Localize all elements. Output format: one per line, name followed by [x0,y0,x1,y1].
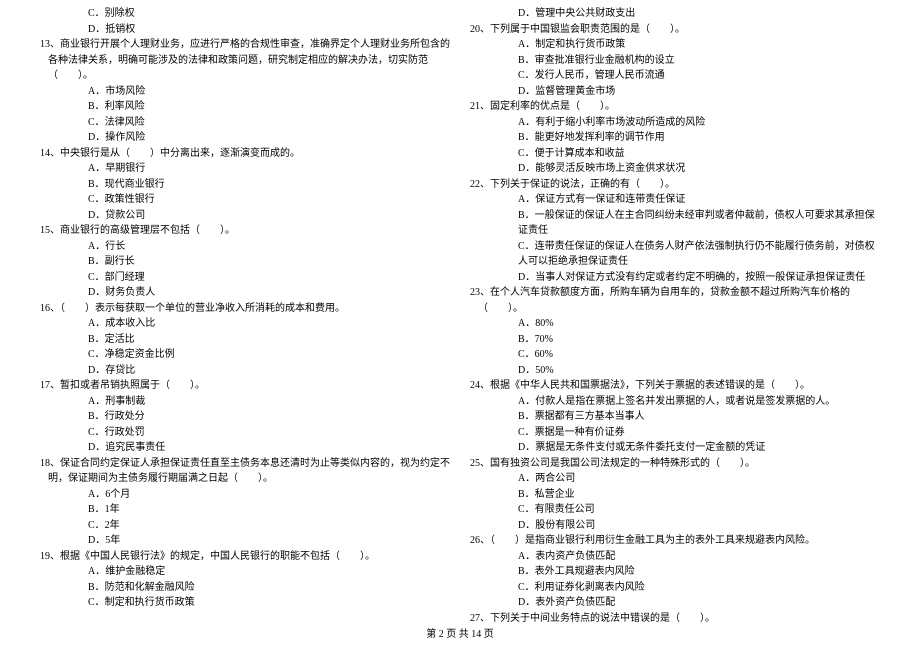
q25-opt-b: B．私营企业 [470,487,880,503]
question-15: 15、商业银行的高级管理层不包括（ ）。 [40,223,450,239]
question-17: 17、暂扣或者吊销执照属于（ ）。 [40,378,450,394]
q22-opt-d: D．当事人对保证方式没有约定或者约定不明确的，按照一般保证承担保证责任 [470,270,880,286]
q26-opt-a: A．表内资产负债匹配 [470,549,880,565]
q16-opt-d: D．存贷比 [40,363,450,379]
q22-opt-a: A．保证方式有一保证和连带责任保证 [470,192,880,208]
q26-opt-d: D．表外资产负债匹配 [470,595,880,611]
q16-opt-b: B．定活比 [40,332,450,348]
question-19: 19、根据《中国人民银行法》的规定，中国人民银行的职能不包括（ ）。 [40,549,450,565]
question-13: 13、商业银行开展个人理财业务，应进行严格的合规性审查，准确界定个人理财业务所包… [40,37,450,84]
option-c: C．别除权 [40,6,450,22]
q23-opt-d: D．50% [470,363,880,379]
q14-opt-a: A．早期银行 [40,161,450,177]
q16-opt-a: A．成本收入比 [40,316,450,332]
q14-opt-d: D．贷款公司 [40,208,450,224]
question-25: 25、国有独资公司是我国公司法规定的一种特殊形式的（ ）。 [470,456,880,472]
question-14: 14、中央银行是从（ ）中分离出来，逐渐演变而成的。 [40,146,450,162]
q19-opt-b: B．防范和化解金融风险 [40,580,450,596]
q13-opt-c: C．法律风险 [40,115,450,131]
q22-opt-c: C．连带责任保证的保证人在债务人财产依法强制执行仍不能履行债务前，对债权人可以拒… [470,239,880,270]
q18-opt-c: C．2年 [40,518,450,534]
q23-opt-a: A．80% [470,316,880,332]
q17-opt-a: A．刑事制裁 [40,394,450,410]
q20-opt-c: C．发行人民币，管理人民币流通 [470,68,880,84]
q17-opt-d: D．追究民事责任 [40,440,450,456]
q21-opt-b: B．能更好地发挥利率的调节作用 [470,130,880,146]
q18-opt-b: B．1年 [40,502,450,518]
q14-opt-c: C．政策性银行 [40,192,450,208]
question-22: 22、下列关于保证的说法，正确的有（ ）。 [470,177,880,193]
q19-opt-d: D．管理中央公共财政支出 [470,6,880,22]
option-d: D．抵销权 [40,22,450,38]
q25-opt-c: C．有限责任公司 [470,502,880,518]
q13-opt-b: B．利率风险 [40,99,450,115]
question-27: 27、下列关于中间业务特点的说法中错误的是（ ）。 [470,611,880,627]
question-24: 24、根据《中华人民共和国票据法》，下列关于票据的表述错误的是（ ）。 [470,378,880,394]
q24-opt-c: C．票据是一种有价证券 [470,425,880,441]
question-21: 21、固定利率的优点是（ ）。 [470,99,880,115]
q20-opt-b: B．审查批准银行业金融机构的设立 [470,53,880,69]
q24-opt-d: D．票据是无条件支付或无条件委托支付一定金额的凭证 [470,440,880,456]
page-footer: 第 2 页 共 14 页 [0,625,920,640]
q23-opt-b: B．70% [470,332,880,348]
q24-opt-a: A．付款人是指在票据上签名并发出票据的人，或者说是签发票据的人。 [470,394,880,410]
q14-opt-b: B．现代商业银行 [40,177,450,193]
question-23: 23、在个人汽车贷款额度方面，所购车辆为自用车的，贷款金额不超过所购汽车价格的（… [470,285,880,316]
q19-opt-c: C．制定和执行货币政策 [40,595,450,611]
q22-opt-b: B．一般保证的保证人在主合同纠纷未经审判或者仲裁前，债权人可要求其承担保证责任 [470,208,880,239]
q21-opt-d: D．能够灵活反映市场上资金供求状况 [470,161,880,177]
question-26: 26、（ ）是指商业银行利用衍生金融工具为主的表外工具来规避表内风险。 [470,533,880,549]
q23-opt-c: C．60% [470,347,880,363]
q18-opt-a: A．6个月 [40,487,450,503]
q19-opt-a: A．维护金融稳定 [40,564,450,580]
q24-opt-b: B．票据都有三方基本当事人 [470,409,880,425]
q18-opt-d: D．5年 [40,533,450,549]
q15-opt-c: C．部门经理 [40,270,450,286]
q25-opt-a: A．两合公司 [470,471,880,487]
q15-opt-a: A．行长 [40,239,450,255]
q17-opt-b: B．行政处分 [40,409,450,425]
q15-opt-d: D．财务负责人 [40,285,450,301]
question-18: 18、保证合同约定保证人承担保证责任直至主债务本息还清时为止等类似内容的，视为约… [40,456,450,487]
q26-opt-b: B．表外工具规避表内风险 [470,564,880,580]
q25-opt-d: D．股份有限公司 [470,518,880,534]
q16-opt-c: C．净稳定资金比例 [40,347,450,363]
question-16: 16、（ ）表示每获取一个单位的营业净收入所消耗的成本和费用。 [40,301,450,317]
right-column: D．管理中央公共财政支出 20、下列属于中国银监会职责范围的是（ ）。 A．制定… [470,6,880,626]
exam-page: C．别除权 D．抵销权 13、商业银行开展个人理财业务，应进行严格的合规性审查，… [0,0,920,626]
q13-opt-d: D．操作风险 [40,130,450,146]
q21-opt-a: A．有利于缩小利率市场波动所造成的风险 [470,115,880,131]
q21-opt-c: C．便于计算成本和收益 [470,146,880,162]
q26-opt-c: C．利用证券化剥离表内风险 [470,580,880,596]
q20-opt-a: A．制定和执行货币政策 [470,37,880,53]
question-20: 20、下列属于中国银监会职责范围的是（ ）。 [470,22,880,38]
q20-opt-d: D．监督管理黄金市场 [470,84,880,100]
left-column: C．别除权 D．抵销权 13、商业银行开展个人理财业务，应进行严格的合规性审查，… [40,6,450,626]
q17-opt-c: C．行政处罚 [40,425,450,441]
q13-opt-a: A．市场风险 [40,84,450,100]
q15-opt-b: B．副行长 [40,254,450,270]
